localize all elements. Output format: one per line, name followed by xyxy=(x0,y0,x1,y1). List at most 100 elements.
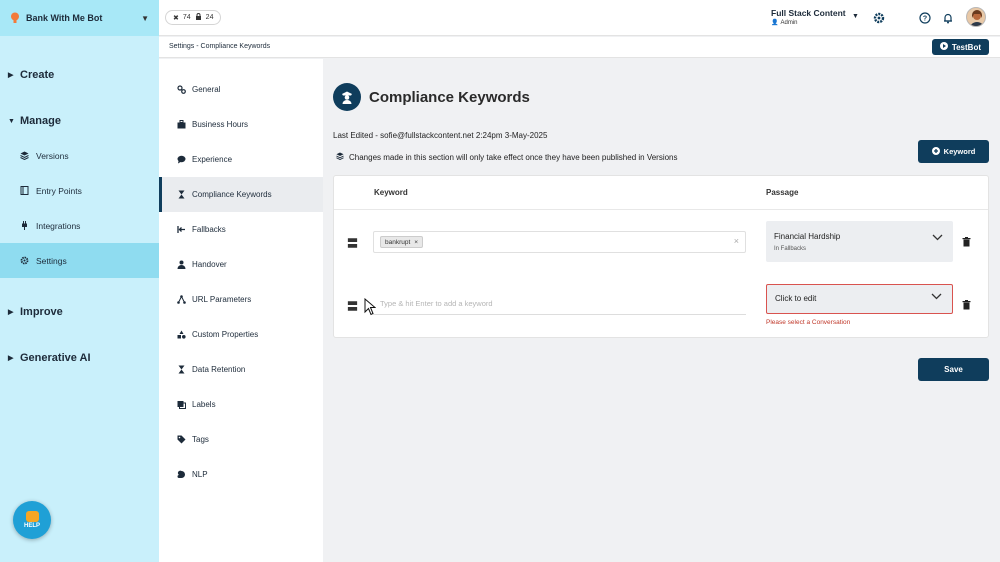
sidebar-item-label: Versions xyxy=(36,150,69,161)
sidebar-item-label: Entry Points xyxy=(36,185,82,196)
testbot-button[interactable]: TestBot xyxy=(931,39,989,55)
hourglass-icon xyxy=(177,190,186,199)
breadcrumb[interactable]: Settings - Compliance Keywords xyxy=(169,43,270,50)
sidebar-item-entry-points[interactable]: Entry Points xyxy=(0,173,159,208)
tab-handover[interactable]: Handover xyxy=(159,247,323,282)
tab-labels[interactable]: Labels xyxy=(159,387,323,422)
last-edited: Last Edited - sofie@fullstackcontent.net… xyxy=(333,131,548,140)
tools-icon: ✖ xyxy=(173,14,179,22)
tab-url-parameters[interactable]: URL Parameters xyxy=(159,282,323,317)
note-text: Changes made in this section will only t… xyxy=(349,152,678,162)
tab-fallbacks[interactable]: Fallbacks xyxy=(159,212,323,247)
help-label: HELP xyxy=(23,523,40,529)
save-button[interactable]: Save xyxy=(918,358,989,381)
settings-menu: General Business Hours Experience Compli… xyxy=(159,59,323,562)
chevron-down-icon: ▼ xyxy=(141,13,149,23)
tab-label: Handover xyxy=(192,260,227,269)
triangle-right-icon: ▶ xyxy=(8,72,14,79)
nav-section-generative-ai[interactable]: ▶ Generative AI xyxy=(0,346,159,370)
bot-name: Bank With Me Bot xyxy=(26,13,103,23)
tab-business-hours[interactable]: Business Hours xyxy=(159,107,323,142)
mouse-cursor-icon xyxy=(364,298,376,316)
tab-label: Business Hours xyxy=(192,120,249,129)
add-keyword-button[interactable]: Keyword xyxy=(918,140,989,163)
sidebar-item-label: Integrations xyxy=(36,220,81,231)
keyword-input[interactable]: bankrupt × × xyxy=(373,231,746,253)
nav-section-label: Create xyxy=(20,69,55,81)
avatar[interactable] xyxy=(966,7,986,27)
nav-section-manage[interactable]: ▼ Manage xyxy=(0,109,159,133)
lock-icon xyxy=(195,13,202,22)
passage-title: Financial Hardship xyxy=(774,232,841,241)
tab-tags[interactable]: Tags xyxy=(159,422,323,457)
keyword-input[interactable]: Type & hit Enter to add a keyword xyxy=(373,293,746,315)
nav-section-create[interactable]: ▶ Create xyxy=(0,63,159,87)
gear-icon[interactable] xyxy=(872,11,885,24)
help-button[interactable]: HELP xyxy=(13,501,51,539)
tab-label: Labels xyxy=(192,400,216,409)
chip-label: bankrupt xyxy=(385,238,411,246)
layers-icon xyxy=(20,151,29,160)
drag-handle-icon[interactable]: 〓 xyxy=(347,235,358,251)
layers-icon xyxy=(336,152,344,162)
tab-label: URL Parameters xyxy=(192,295,252,304)
user-menu[interactable]: Full Stack Content 👤 Admin xyxy=(771,8,846,26)
table-row: 〓 Type & hit Enter to add a keyword Clic… xyxy=(334,276,990,326)
nav-section-improve[interactable]: ▶ Improve xyxy=(0,300,159,324)
chevron-down-icon[interactable]: ▼ xyxy=(852,13,859,20)
column-header-keyword: Keyword xyxy=(374,188,408,197)
table-header: Keyword Passage xyxy=(334,176,988,210)
person-icon: 👤 xyxy=(771,20,779,26)
tab-general[interactable]: General xyxy=(159,72,323,107)
help-circle-icon[interactable]: ? xyxy=(918,11,931,24)
tab-label: Tags xyxy=(192,435,209,444)
sidebar: Bank With Me Bot ▼ ▶ Create ▼ Manage Ver… xyxy=(0,0,159,562)
bell-icon[interactable] xyxy=(941,11,954,24)
tab-experience[interactable]: Experience xyxy=(159,142,323,177)
stats-pill[interactable]: ✖ 74 24 xyxy=(165,10,222,25)
tab-compliance-keywords[interactable]: Compliance Keywords xyxy=(159,177,323,212)
page-title: Compliance Keywords xyxy=(369,89,530,106)
sidebar-item-label: Settings xyxy=(36,255,67,266)
network-icon xyxy=(177,295,186,304)
user-name: Full Stack Content xyxy=(771,8,846,18)
keywords-table: Keyword Passage 〓 bankrupt × × Financial… xyxy=(333,175,989,338)
labels-icon xyxy=(177,400,186,409)
nav-section-label: Improve xyxy=(20,306,63,318)
tab-label: Fallbacks xyxy=(192,225,226,234)
tab-label: Experience xyxy=(192,155,233,164)
triangle-down-icon: ▼ xyxy=(8,117,15,125)
passage-subtitle: In Fallbacks xyxy=(774,246,807,252)
tags-icon xyxy=(177,435,186,444)
fallback-icon xyxy=(177,225,186,234)
sidebar-item-versions[interactable]: Versions xyxy=(0,138,159,173)
clear-icon[interactable]: × xyxy=(734,236,739,246)
sidebar-item-settings[interactable]: Settings xyxy=(0,243,159,278)
sidebar-item-integrations[interactable]: Integrations xyxy=(0,208,159,243)
book-icon xyxy=(20,186,29,195)
drag-handle-icon[interactable]: 〓 xyxy=(347,298,358,314)
stat-b: 24 xyxy=(205,14,214,21)
column-header-passage: Passage xyxy=(766,188,799,197)
breadcrumb-bar: Settings - Compliance Keywords TestBot xyxy=(159,37,1000,58)
chevron-down-icon xyxy=(932,234,943,241)
brain-icon xyxy=(177,470,186,479)
tab-label: Compliance Keywords xyxy=(192,190,272,199)
bot-selector[interactable]: Bank With Me Bot ▼ xyxy=(0,0,159,36)
keyword-placeholder: Type & hit Enter to add a keyword xyxy=(380,299,493,308)
trash-icon[interactable] xyxy=(962,237,971,247)
triangle-right-icon: ▶ xyxy=(8,355,14,362)
tab-data-retention[interactable]: Data Retention xyxy=(159,352,323,387)
tab-custom-properties[interactable]: Custom Properties xyxy=(159,317,323,352)
stat-a: 74 xyxy=(182,14,191,21)
shapes-icon xyxy=(177,330,186,339)
testbot-label: TestBot xyxy=(951,42,981,52)
tab-label: NLP xyxy=(192,470,208,479)
passage-select[interactable]: Financial Hardship In Fallbacks xyxy=(766,221,953,262)
tab-nlp[interactable]: NLP xyxy=(159,457,323,492)
passage-select[interactable]: Click to edit xyxy=(766,284,953,314)
trash-icon[interactable] xyxy=(962,300,971,310)
chip-remove-icon[interactable]: × xyxy=(414,239,418,246)
main-content: Compliance Keywords Last Edited - sofie@… xyxy=(323,59,1000,562)
gear-icon xyxy=(20,256,29,265)
